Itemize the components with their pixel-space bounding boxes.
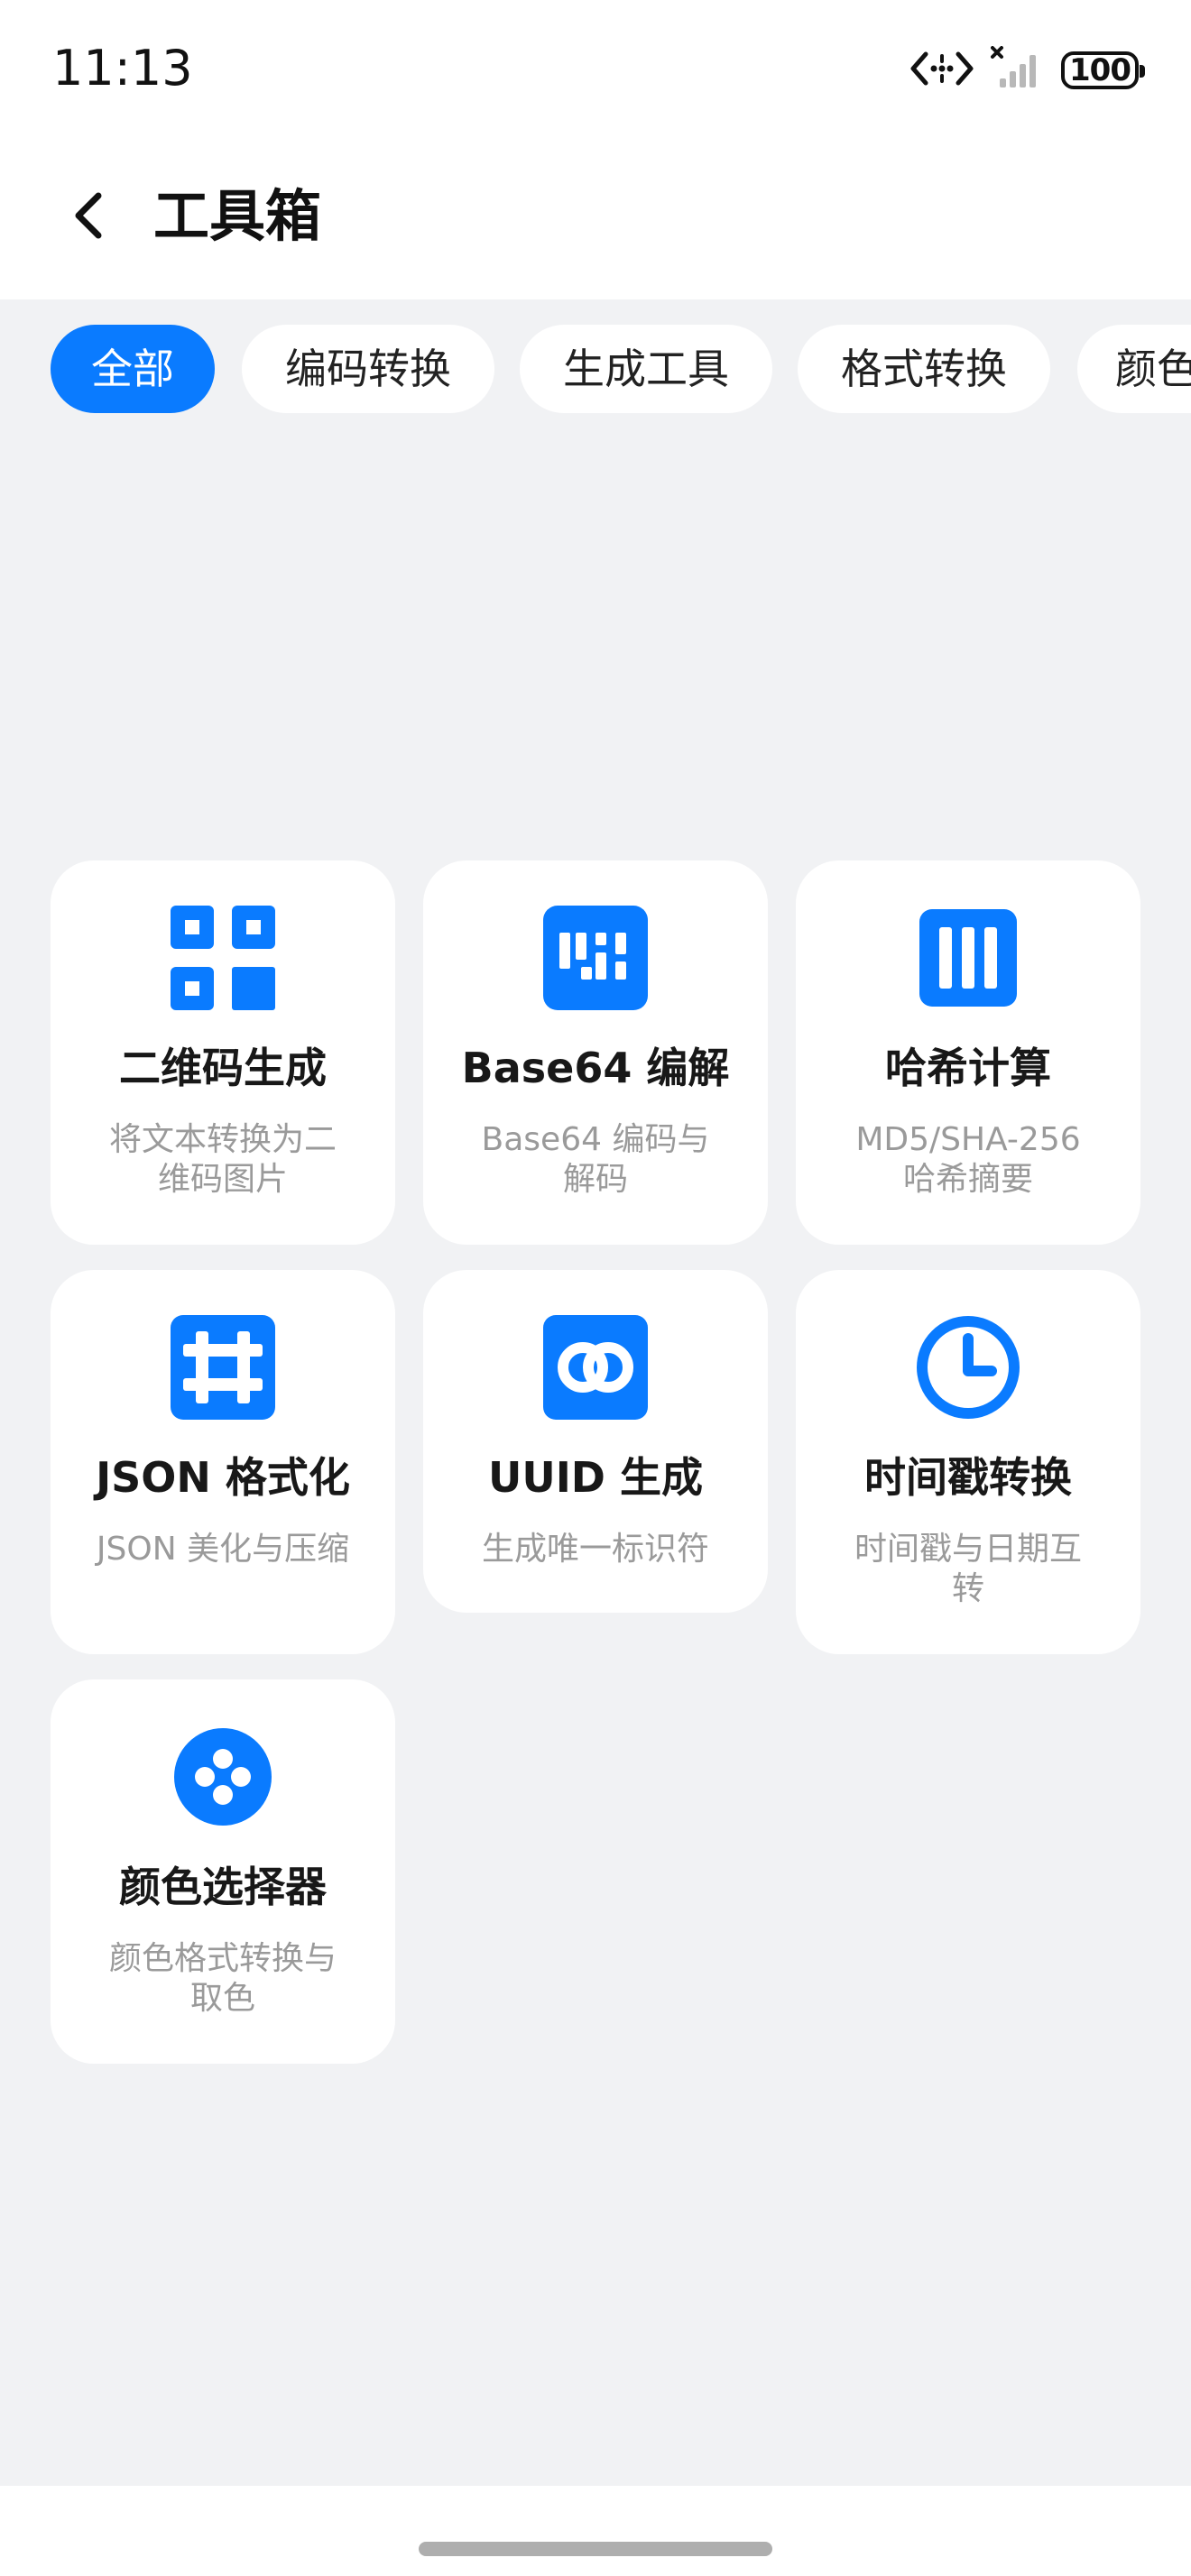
clock-icon: [916, 1315, 1020, 1420]
uuid-icon: [543, 1315, 648, 1420]
tool-description: 颜色格式转换与取色: [108, 1940, 337, 2017]
tab-generators[interactable]: 生成工具: [520, 325, 772, 413]
tool-title: JSON 格式化: [96, 1453, 350, 1502]
tool-description: 时间戳与日期互转: [854, 1531, 1082, 1607]
tool-card-base64[interactable]: Base64 编解 Base64 编码与解码: [423, 860, 768, 1245]
status-icons: 100: [909, 43, 1145, 97]
palette-icon: [171, 1725, 275, 1829]
tool-description: MD5/SHA-256哈希摘要: [855, 1121, 1081, 1198]
tool-card-uuid[interactable]: UUID 生成 生成唯一标识符: [423, 1270, 768, 1613]
back-arrow-icon: [71, 190, 107, 244]
signal-icon: [991, 46, 1045, 95]
page-title: 工具箱: [153, 183, 322, 249]
status-bar: 11:13 100: [0, 0, 1191, 135]
qr-code-icon: [171, 906, 275, 1010]
battery-icon: 100: [1061, 51, 1145, 89]
navigation-bar: [0, 2486, 1191, 2576]
tool-description: Base64 编码与解码: [481, 1121, 710, 1198]
tab-color[interactable]: 颜色: [1077, 325, 1191, 413]
tool-card-hash[interactable]: 哈希计算 MD5/SHA-256哈希摘要: [796, 860, 1140, 1245]
base64-icon: [543, 906, 648, 1010]
tool-title: Base64 编解: [461, 1044, 730, 1092]
tool-description: JSON 美化与压缩: [96, 1531, 350, 1568]
tab-all[interactable]: 全部: [51, 325, 215, 413]
hash-icon: [916, 906, 1020, 1010]
tool-title: 哈希计算: [885, 1044, 1051, 1092]
tool-card-qr-code[interactable]: 二维码生成 将文本转换为二维码图片: [51, 860, 395, 1245]
tool-description: 将文本转换为二维码图片: [108, 1121, 337, 1198]
nearby-share-icon: [909, 49, 974, 92]
tool-card-color-picker[interactable]: 颜色选择器 颜色格式转换与取色: [51, 1679, 395, 2064]
status-time: 11:13: [52, 40, 193, 97]
tool-title: 时间戳转换: [864, 1453, 1072, 1502]
tool-card-json[interactable]: JSON 格式化 JSON 美化与压缩: [51, 1270, 395, 1654]
battery-level: 100: [1069, 52, 1131, 88]
grid-hash-icon: [171, 1315, 275, 1420]
back-button[interactable]: [58, 177, 121, 258]
home-indicator[interactable]: [419, 2542, 772, 2556]
tab-encoding[interactable]: 编码转换: [242, 325, 494, 413]
app-header: 工具箱: [0, 135, 1191, 299]
tool-title: 二维码生成: [119, 1044, 327, 1092]
tab-format[interactable]: 格式转换: [798, 325, 1050, 413]
tool-title: UUID 生成: [487, 1453, 704, 1502]
category-tabs: 全部 编码转换 生成工具 格式转换 颜色: [0, 325, 1191, 415]
tool-card-timestamp[interactable]: 时间戳转换 时间戳与日期互转: [796, 1270, 1140, 1654]
tool-description: 生成唯一标识符: [481, 1531, 709, 1568]
tool-title: 颜色选择器: [119, 1863, 327, 1911]
